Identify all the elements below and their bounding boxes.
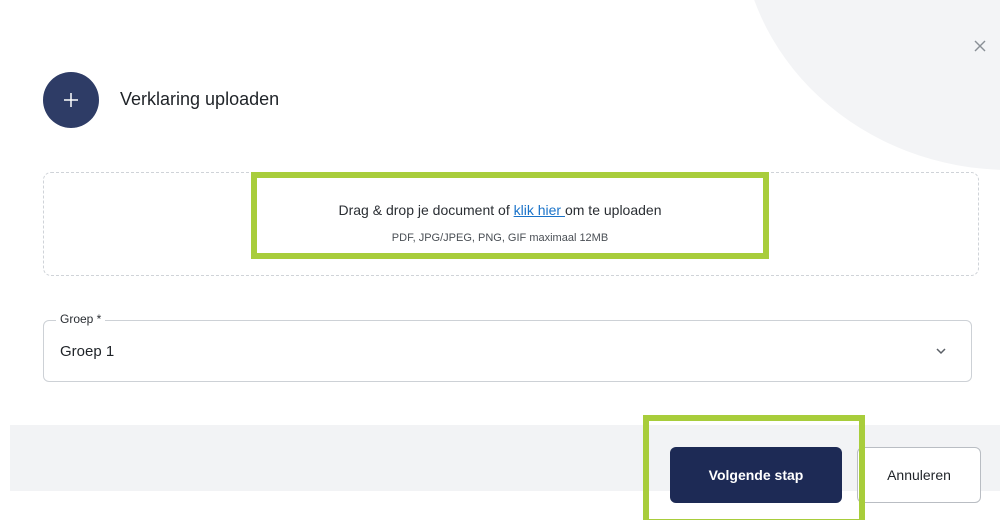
background-decoration: [740, 0, 1000, 170]
plus-icon: [64, 93, 78, 107]
close-icon: [974, 40, 986, 52]
group-select-value: Groep 1: [60, 343, 115, 360]
dialog-footer: [10, 425, 1000, 491]
upload-dialog: Verklaring uploaden Drag & drop je docum…: [0, 0, 1000, 520]
chevron-down-icon[interactable]: [933, 343, 949, 359]
cancel-button[interactable]: Annuleren: [857, 447, 981, 503]
group-select-label: Groep *: [56, 310, 106, 328]
dropzone-text-before: Drag & drop je document of: [338, 202, 514, 218]
dropzone-text-after: om te uploaden: [564, 202, 662, 218]
next-step-button[interactable]: Volgende stap: [670, 447, 842, 503]
close-button[interactable]: [970, 36, 990, 56]
upload-header-icon: [43, 72, 99, 128]
dropzone-instructions: Drag & drop je document of klik hier om …: [0, 202, 1000, 218]
group-select[interactable]: [43, 320, 972, 382]
click-here-link[interactable]: klik hier: [514, 202, 565, 218]
dropzone-formats: PDF, JPG/JPEG, PNG, GIF maximaal 12MB: [391, 232, 609, 244]
file-dropzone[interactable]: [43, 172, 979, 276]
dialog-title: Verklaring uploaden: [120, 89, 280, 109]
